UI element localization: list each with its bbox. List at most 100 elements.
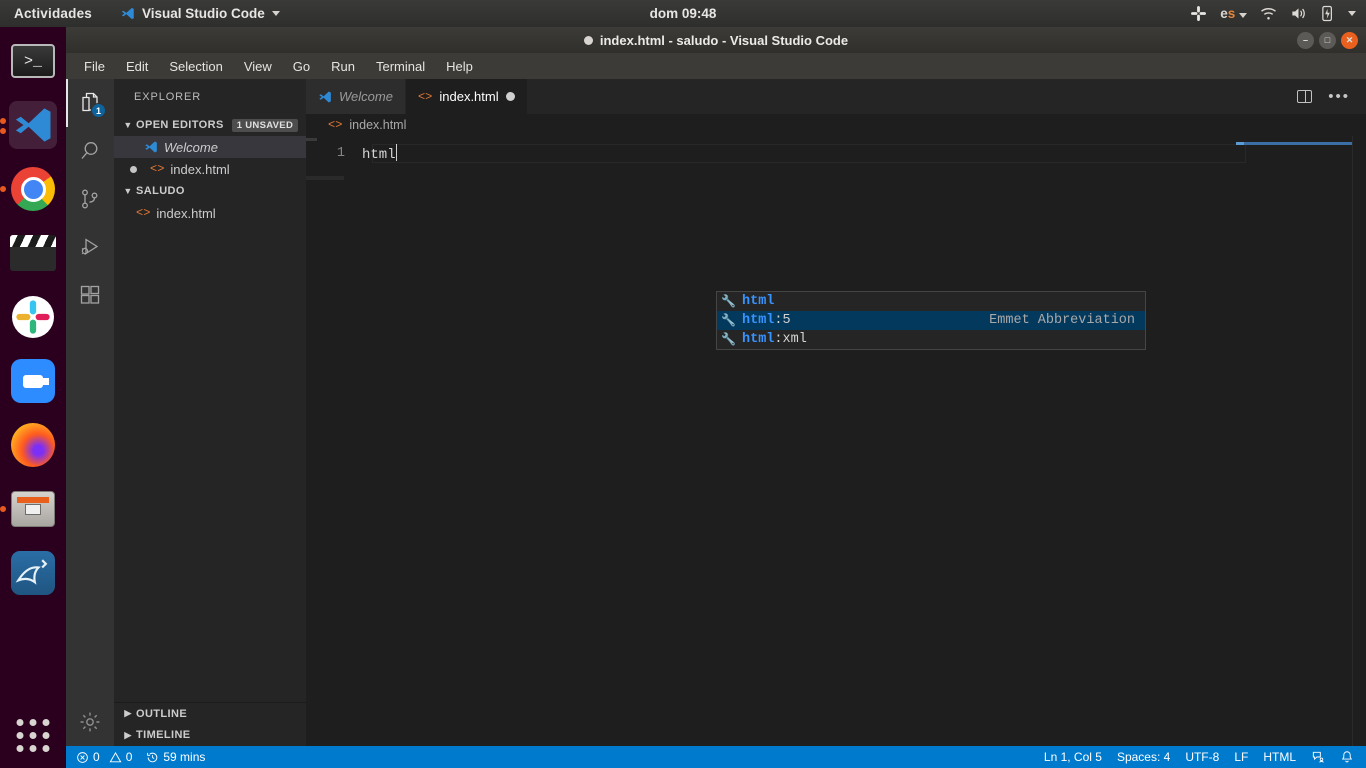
timer-label: 59 mins	[163, 750, 206, 764]
file-label: index.html	[156, 205, 216, 221]
split-editor-right-icon[interactable]	[1297, 90, 1313, 103]
system-menu-chevron-icon[interactable]	[1348, 11, 1356, 16]
mysql-workbench-icon	[11, 551, 55, 595]
more-actions-icon[interactable]: •••	[1328, 89, 1350, 104]
files-icon	[11, 491, 55, 527]
tab-index-html[interactable]: <> index.html	[405, 79, 528, 114]
menu-selection[interactable]: Selection	[167, 57, 224, 76]
overview-ruler-mark-left	[306, 138, 317, 141]
close-button[interactable]: ✕	[1341, 31, 1358, 49]
maximize-button[interactable]: □	[1319, 31, 1336, 49]
suggestion-item[interactable]: 🔧 html:xml	[717, 330, 1145, 349]
overview-ruler[interactable]	[1352, 136, 1366, 746]
overview-ruler-mark-left-2	[306, 176, 344, 180]
html-icon: <>	[417, 89, 433, 104]
suggestion-item-selected[interactable]: 🔧 html:5 Emmet Abbreviation	[717, 311, 1145, 330]
text-caret	[395, 144, 398, 161]
dock-item-mysql-workbench[interactable]	[9, 549, 57, 597]
running-indicator	[0, 128, 6, 134]
status-language-mode[interactable]: HTML	[1263, 750, 1296, 764]
feedback-icon[interactable]	[1311, 750, 1325, 764]
activities-button[interactable]: Actividades	[14, 6, 92, 21]
breadcrumb[interactable]: <> index.html	[306, 114, 1366, 136]
clock[interactable]: dom 09:48	[650, 6, 717, 21]
window-title: index.html - saludo - Visual Studio Code	[599, 32, 849, 48]
status-encoding[interactable]: UTF-8	[1185, 750, 1219, 764]
extensions-icon	[80, 285, 100, 304]
dock-item-slack[interactable]	[9, 293, 57, 341]
dock-item-zoom[interactable]	[9, 357, 57, 405]
activitybar-item-extensions[interactable]	[66, 271, 114, 319]
menu-view[interactable]: View	[242, 57, 274, 76]
battery-charging-icon[interactable]	[1320, 5, 1335, 22]
vscode-icon	[319, 90, 331, 103]
section-folder-saludo[interactable]: ▼ SALUDO	[114, 180, 306, 202]
status-bar: 0 0 59 mins Ln 1, Col 5 Spaces: 4 UTF-8 …	[66, 746, 1366, 768]
minimize-button[interactable]: –	[1297, 31, 1314, 49]
tab-dirty-indicator-icon[interactable]	[505, 92, 515, 101]
bell-icon[interactable]	[1340, 750, 1354, 764]
dock-item-terminal[interactable]: >_	[9, 37, 57, 85]
open-editor-welcome[interactable]: Welcome	[114, 136, 306, 158]
status-timer[interactable]: 59 mins	[146, 750, 205, 764]
menu-go[interactable]: Go	[291, 57, 312, 76]
activitybar-item-manage[interactable]	[66, 698, 114, 746]
code-editor[interactable]: 1 html 🔧 html 🔧 html:5 Emmet Abbreviatio…	[306, 136, 1366, 746]
section-timeline[interactable]: ▶ TIMELINE	[114, 724, 306, 746]
menu-terminal[interactable]: Terminal	[374, 57, 427, 76]
window-controls: – □ ✕	[1297, 31, 1358, 49]
keyboard-layout-indicator[interactable]: es	[1220, 6, 1247, 21]
chevron-down-icon: ▼	[123, 186, 133, 196]
suggestion-widget[interactable]: 🔧 html 🔧 html:5 Emmet Abbreviation 🔧 htm…	[716, 291, 1146, 350]
editor-actions: •••	[1297, 79, 1366, 114]
suggestion-item[interactable]: 🔧 html	[717, 292, 1145, 311]
status-indentation[interactable]: Spaces: 4	[1117, 750, 1170, 764]
code-line-1[interactable]: 1 html	[306, 144, 398, 163]
volume-icon[interactable]	[1290, 6, 1307, 21]
activitybar-item-source-control[interactable]	[66, 175, 114, 223]
menubar: File Edit Selection View Go Run Terminal…	[66, 53, 1366, 79]
status-cursor-position[interactable]: Ln 1, Col 5	[1044, 750, 1102, 764]
dock-item-files[interactable]	[0, 485, 57, 533]
menu-file[interactable]: File	[82, 57, 107, 76]
video-editor-icon	[10, 235, 56, 271]
timeline-label: TIMELINE	[136, 729, 191, 741]
warning-icon	[109, 751, 122, 762]
menu-help[interactable]: Help	[444, 57, 475, 76]
activitybar-item-explorer[interactable]: 1	[66, 79, 114, 127]
gnome-top-bar: Actividades Visual Studio Code dom 09:48…	[0, 0, 1366, 27]
tab-label: Welcome	[339, 89, 393, 104]
section-outline[interactable]: ▶ OUTLINE	[114, 702, 306, 724]
firefox-icon	[11, 423, 55, 467]
status-eol[interactable]: LF	[1234, 750, 1248, 764]
app-menu-button[interactable]: Visual Studio Code	[120, 6, 280, 21]
file-item-index-html[interactable]: <> index.html	[114, 202, 306, 224]
warning-count: 0	[125, 750, 133, 764]
explorer-sidebar: EXPLORER ▼ OPEN EDITORS 1 UNSAVED Welcom…	[114, 79, 306, 746]
dock-item-firefox[interactable]	[9, 421, 57, 469]
chrome-icon	[11, 167, 55, 211]
dock-item-google-chrome[interactable]	[0, 165, 57, 213]
menu-run[interactable]: Run	[329, 57, 357, 76]
wifi-icon[interactable]	[1260, 7, 1277, 21]
source-control-icon	[82, 189, 98, 209]
explorer-badge: 1	[91, 103, 106, 118]
tab-welcome[interactable]: Welcome	[306, 79, 406, 114]
open-editor-index-html[interactable]: <> index.html	[114, 158, 306, 180]
line-number: 1	[336, 146, 345, 161]
zoom-icon	[11, 359, 55, 403]
section-open-editors[interactable]: ▼ OPEN EDITORS 1 UNSAVED	[114, 114, 306, 136]
dock-item-visual-studio-code[interactable]	[0, 101, 57, 149]
status-problems[interactable]: 0 0	[76, 750, 132, 764]
menu-edit[interactable]: Edit	[124, 57, 150, 76]
slack-tray-icon[interactable]	[1190, 5, 1207, 22]
run-debug-icon	[81, 238, 99, 255]
show-applications-button[interactable]	[16, 719, 50, 752]
activitybar-item-run-and-debug[interactable]	[66, 223, 114, 271]
suggestion-label: html	[742, 294, 775, 309]
dock-item-video-editor[interactable]	[9, 229, 57, 277]
editor-group: Welcome <> index.html ••• <> index.html	[306, 79, 1366, 746]
error-count: 0	[93, 750, 100, 764]
minimap-line	[1244, 142, 1352, 145]
activitybar-item-search[interactable]	[66, 127, 114, 175]
